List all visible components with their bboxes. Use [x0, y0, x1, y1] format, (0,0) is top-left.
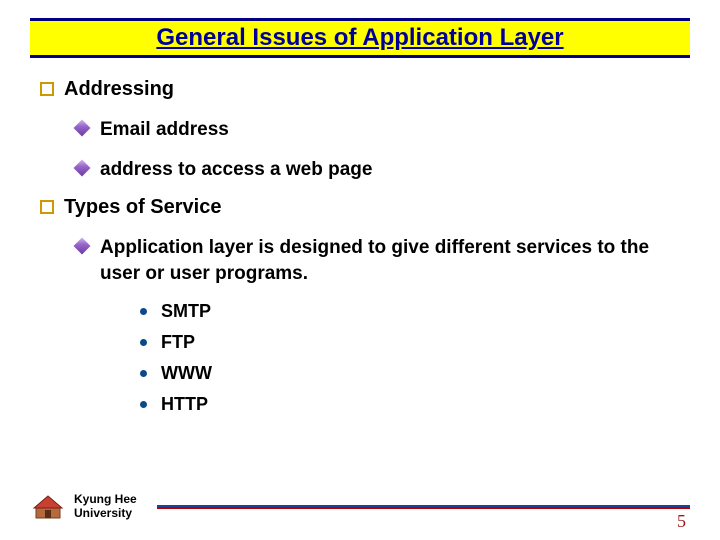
diamond-bullet-icon: [74, 238, 91, 255]
list-item: WWW: [140, 363, 680, 384]
footer-org-line1: Kyung Hee: [74, 493, 137, 507]
list-item-text: HTTP: [161, 394, 208, 415]
square-bullet-icon: [40, 82, 54, 96]
list-item: Email address: [76, 117, 680, 143]
list-item-text: Application layer is designed to give di…: [100, 235, 680, 286]
list-item: HTTP: [140, 394, 680, 415]
slide-title-band: General Issues of Application Layer: [30, 18, 690, 58]
section-addressing: Addressing: [40, 78, 680, 101]
square-bullet-icon: [40, 200, 54, 214]
slide-content: Addressing Email address address to acce…: [40, 78, 680, 425]
section-types-of-service: Types of Service: [40, 196, 680, 219]
page-number: 5: [677, 511, 686, 532]
diamond-bullet-icon: [74, 159, 91, 176]
list-item-text: address to access a web page: [100, 157, 372, 183]
list-item-text: Email address: [100, 117, 229, 143]
dot-bullet-icon: [140, 401, 147, 408]
list-item-text: SMTP: [161, 301, 211, 322]
list-item-text: FTP: [161, 332, 195, 353]
slide-title: General Issues of Application Layer: [156, 24, 563, 52]
list-item-text: WWW: [161, 363, 212, 384]
list-item: Application layer is designed to give di…: [76, 235, 680, 286]
section-heading: Types of Service: [64, 196, 221, 219]
footer-divider: [157, 505, 690, 509]
slide-footer: Kyung Hee University: [30, 492, 690, 522]
dot-bullet-icon: [140, 339, 147, 346]
list-item: SMTP: [140, 301, 680, 322]
footer-org: Kyung Hee University: [74, 493, 137, 521]
sublist: SMTP FTP WWW HTTP: [140, 301, 680, 415]
list-item: address to access a web page: [76, 157, 680, 183]
dot-bullet-icon: [140, 370, 147, 377]
dot-bullet-icon: [140, 308, 147, 315]
university-logo-icon: [30, 492, 66, 522]
section-heading: Addressing: [64, 78, 174, 101]
footer-org-line2: University: [74, 507, 137, 521]
list-item: FTP: [140, 332, 680, 353]
diamond-bullet-icon: [74, 120, 91, 137]
